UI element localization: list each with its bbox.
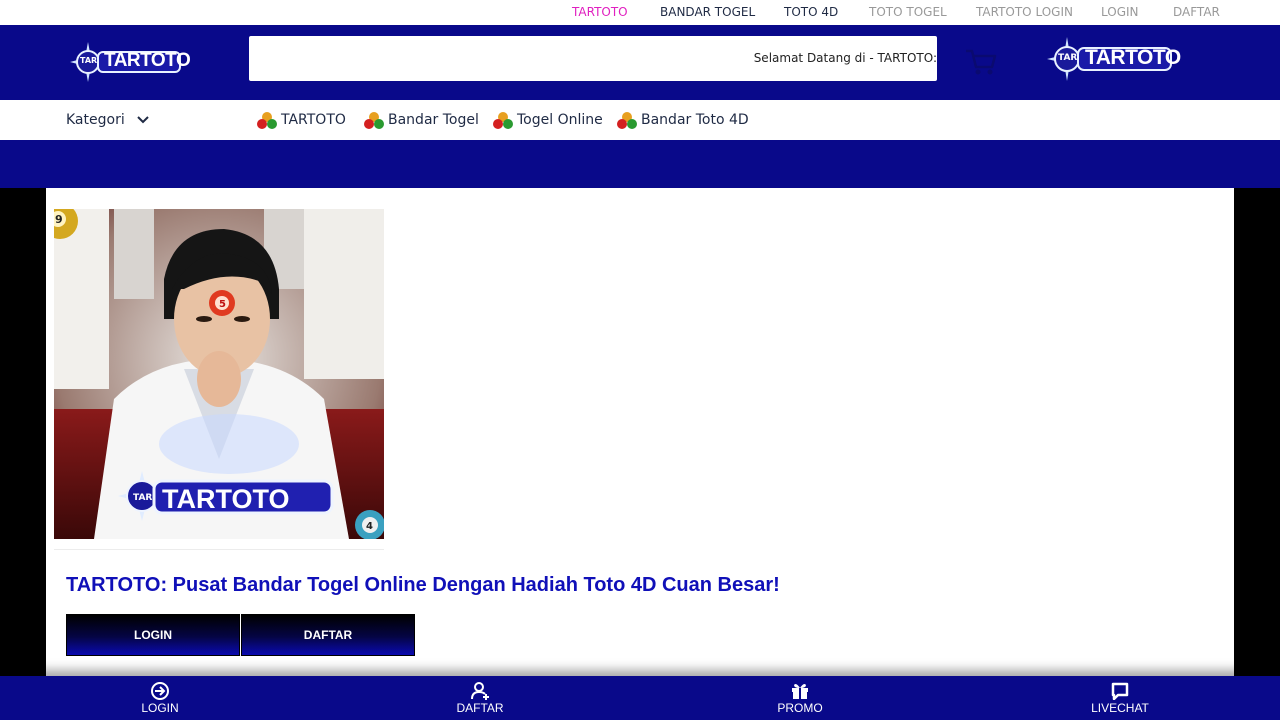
kategori-dropdown[interactable]: Kategori	[66, 100, 149, 140]
bottom-nav-label: LIVECHAT	[1091, 700, 1149, 715]
lottery-balls-icon	[364, 112, 384, 129]
logo-text: TARTOTO	[1085, 46, 1181, 69]
category-item-label: Bandar Togel	[388, 112, 479, 128]
bottom-nav-label: LOGIN	[141, 700, 179, 715]
category-item-bandar-toto-4d[interactable]: Bandar Toto 4D	[616, 100, 749, 140]
hero-logo-text: TARTOTO	[162, 484, 290, 514]
category-item-label: Bandar Toto 4D	[641, 112, 749, 128]
kategori-label: Kategori	[66, 111, 125, 128]
page-title: TARTOTO: Pusat Bandar Togel Online Denga…	[66, 574, 780, 596]
hero-image: 9 5 4 TAR TARTOTO	[54, 209, 384, 539]
bottom-nav-daftar[interactable]: DAFTAR	[380, 676, 580, 720]
category-item-label: Togel Online	[517, 112, 603, 128]
site-logo[interactable]: TAR TARTOTO	[70, 42, 191, 82]
ball-number-mid: 5	[219, 299, 226, 310]
site-header: TAR TARTOTO Selamat Datang di - TARTOTO:…	[0, 25, 1280, 100]
lottery-balls-icon	[617, 112, 637, 129]
top-link-daftar[interactable]: DAFTAR	[1173, 0, 1220, 25]
top-link-toto-togel[interactable]: TOTO TOGEL	[869, 0, 947, 25]
top-link-login[interactable]: LOGIN	[1101, 0, 1139, 25]
main-content: 9 5 4 TAR TARTOTO TARTOTO: Pusat Bandar …	[46, 188, 1234, 678]
logo-badge-text: TAR	[1058, 53, 1078, 63]
shopping-cart-icon[interactable]	[964, 47, 998, 77]
bottom-nav: LOGIN DAFTAR PROMO LIVECHAT	[0, 676, 1280, 720]
chevron-down-icon	[137, 116, 149, 124]
bottom-nav-label: PROMO	[777, 700, 823, 715]
login-button[interactable]: LOGIN	[66, 614, 240, 656]
bottom-nav-label: DAFTAR	[456, 700, 504, 715]
chat-bubble-icon	[1111, 682, 1129, 700]
logo-badge-text: TAR	[80, 56, 98, 65]
category-bar: Kategori TARTOTO Bandar Togel Togel Onli…	[0, 100, 1280, 140]
top-link-tartoto[interactable]: TARTOTO	[572, 0, 628, 25]
hero-divider	[54, 549, 384, 550]
user-add-icon	[471, 681, 489, 700]
daftar-button[interactable]: DAFTAR	[241, 614, 415, 656]
header-band	[0, 140, 1280, 188]
welcome-marquee: Selamat Datang di - TARTOTO:	[753, 51, 937, 65]
category-item-label: TARTOTO	[281, 112, 346, 128]
ball-number-top: 9	[55, 213, 63, 226]
bottom-nav-login[interactable]: LOGIN	[60, 676, 260, 720]
login-arrow-icon	[151, 681, 169, 700]
hero-logo-badge: TAR	[133, 493, 152, 503]
ball-number-bottom: 4	[366, 521, 373, 532]
gift-icon	[792, 683, 808, 699]
bottom-nav-livechat[interactable]: LIVECHAT	[1020, 676, 1220, 720]
site-logo-right[interactable]: TAR TARTOTO	[1047, 37, 1181, 81]
category-item-tartoto[interactable]: TARTOTO	[256, 100, 346, 140]
top-link-bandar-togel[interactable]: BANDAR TOGEL	[660, 0, 755, 25]
search-bar[interactable]: Selamat Datang di - TARTOTO:	[249, 36, 937, 81]
bottom-nav-promo[interactable]: PROMO	[700, 676, 900, 720]
top-link-bar: TARTOTO BANDAR TOGEL TOTO 4D TOTO TOGEL …	[0, 0, 1280, 25]
lottery-balls-icon	[257, 112, 277, 129]
category-item-bandar-togel[interactable]: Bandar Togel	[363, 100, 479, 140]
top-link-toto-4d[interactable]: TOTO 4D	[784, 0, 838, 25]
category-item-togel-online[interactable]: Togel Online	[492, 100, 603, 140]
logo-text: TARTOTO	[104, 50, 191, 71]
lottery-balls-icon	[493, 112, 513, 129]
top-link-tartoto-login[interactable]: TARTOTO LOGIN	[976, 0, 1073, 25]
